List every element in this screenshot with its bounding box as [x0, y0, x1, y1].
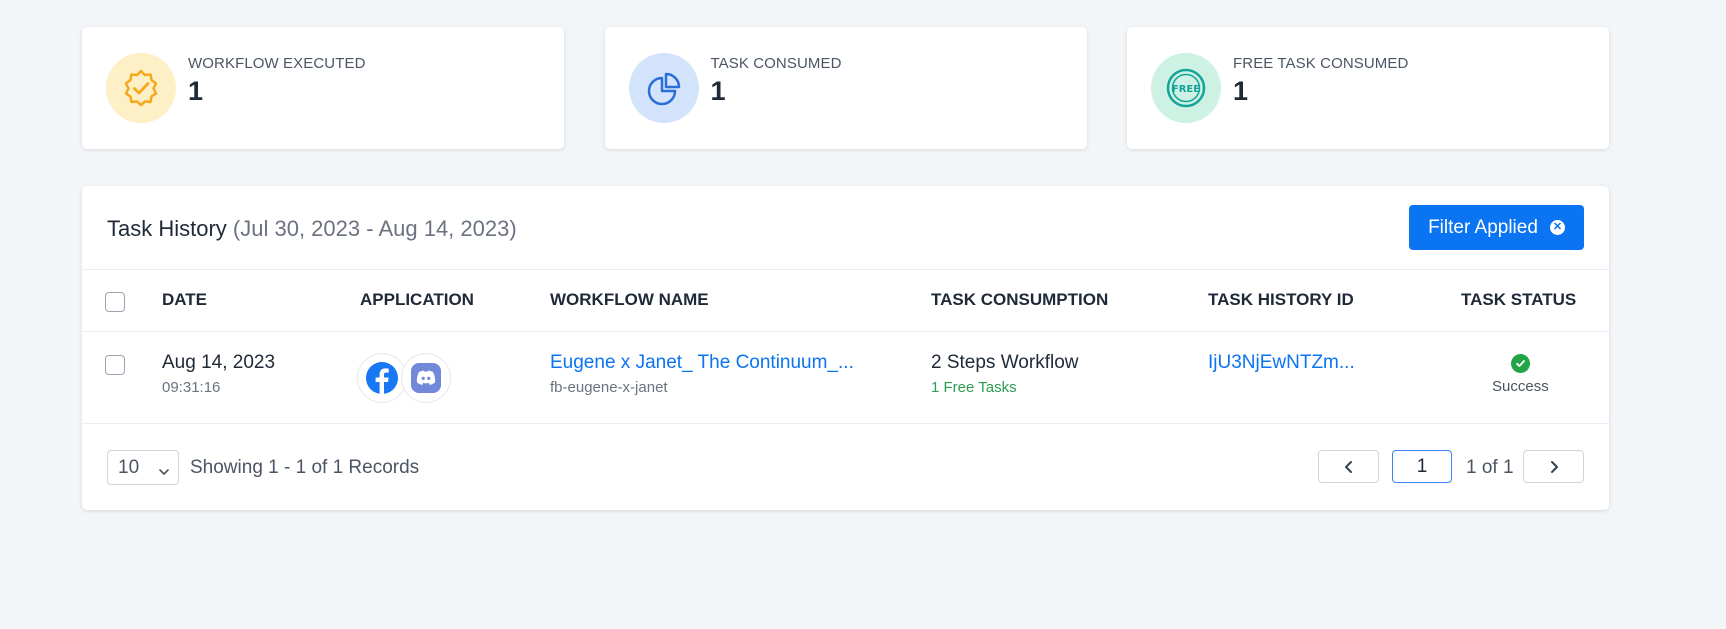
workflow-name-cell: Eugene x Janet_ The Continuum_... fb-eug… [550, 352, 854, 396]
discord-icon [401, 353, 451, 403]
page-size-select[interactable]: 10 [107, 450, 179, 485]
previous-page-button[interactable] [1318, 450, 1379, 483]
column-header-task-history-id[interactable]: TASK HISTORY ID [1208, 290, 1354, 310]
column-header-task-status[interactable]: TASK STATUS [1461, 290, 1576, 310]
records-summary: Showing 1 - 1 of 1 Records [190, 457, 420, 478]
steps-workflow: 2 Steps Workflow [931, 352, 1079, 373]
date-range: (Jul 30, 2023 - Aug 14, 2023) [232, 216, 517, 241]
stat-card-workflow-executed: WORKFLOW EXECUTED 1 [82, 27, 564, 149]
task-consumption-cell: 2 Steps Workflow 1 Free Tasks [931, 352, 1078, 396]
task-history-header: Task History (Jul 30, 2023 - Aug 14, 202… [82, 186, 1609, 270]
workflow-name-link[interactable]: Eugene x Janet_ The Continuum_... [550, 352, 854, 374]
table-row: Aug 14, 2023 09:31:16 Eugene x Janet_ Th… [82, 332, 1609, 424]
column-header-date[interactable]: DATE [162, 290, 207, 310]
svg-text:FREE: FREE [1172, 84, 1200, 95]
free-badge-icon: FREE [1151, 53, 1221, 123]
check-circle-icon [1510, 354, 1530, 373]
page-title: Task History (Jul 30, 2023 - Aug 14, 202… [107, 216, 517, 242]
workflow-slug: fb-eugene-x-janet [550, 379, 668, 396]
page-number-input[interactable]: 1 [1392, 450, 1452, 483]
application-cell [357, 353, 451, 403]
task-status-cell: Success [1492, 354, 1549, 395]
table-header: DATE APPLICATION WORKFLOW NAME TASK CONS… [82, 270, 1609, 332]
task-history-id-cell: IjU3NjEwNTZm... [1208, 352, 1355, 374]
table-footer: 10 Showing 1 - 1 of 1 Records 1 1 of 1 [82, 424, 1609, 509]
stat-label: WORKFLOW EXECUTED [188, 55, 366, 72]
close-icon[interactable]: ✕ [1549, 220, 1565, 235]
date-cell: Aug 14, 2023 09:31:16 [162, 352, 275, 396]
chevron-right-icon [1550, 460, 1558, 473]
column-header-task-consumption[interactable]: TASK CONSUMPTION [931, 290, 1108, 310]
column-header-application[interactable]: APPLICATION [360, 290, 474, 310]
stats-row: WORKFLOW EXECUTED 1 TASK CONSUMED 1 FREE… [82, 27, 1609, 149]
task-history-panel: Task History (Jul 30, 2023 - Aug 14, 202… [82, 186, 1609, 510]
stat-value: 1 [1233, 76, 1249, 106]
status-badge: Success [1492, 378, 1549, 395]
badge-check-icon [106, 53, 176, 123]
stat-card-free-task-consumed: FREE FREE TASK CONSUMED 1 [1127, 27, 1609, 149]
filter-applied-button[interactable]: Filter Applied ✕ [1409, 205, 1584, 250]
chevron-down-icon [158, 462, 170, 484]
task-history-id-link[interactable]: IjU3NjEwNTZm... [1208, 352, 1355, 374]
row-time: 09:31:16 [162, 379, 221, 396]
column-header-workflow-name[interactable]: WORKFLOW NAME [550, 290, 709, 310]
filter-applied-label: Filter Applied [1428, 216, 1538, 238]
stat-card-task-consumed: TASK CONSUMED 1 [604, 27, 1087, 149]
chevron-left-icon [1344, 460, 1352, 473]
stat-label: TASK CONSUMED [710, 55, 842, 72]
stat-label: FREE TASK CONSUMED [1233, 55, 1409, 72]
next-page-button[interactable] [1523, 450, 1584, 483]
page-size-value: 10 [118, 456, 140, 478]
facebook-icon [357, 353, 407, 403]
stat-value: 1 [710, 76, 726, 106]
task-history-title: Task History [107, 216, 227, 241]
stat-value: 1 [188, 76, 204, 106]
row-date: Aug 14, 2023 [162, 352, 276, 373]
free-tasks: 1 Free Tasks [931, 379, 1017, 396]
pie-chart-icon [628, 53, 699, 123]
row-checkbox[interactable] [105, 355, 125, 375]
page-of-text: 1 of 1 [1466, 457, 1514, 478]
select-all-checkbox[interactable] [105, 292, 125, 312]
